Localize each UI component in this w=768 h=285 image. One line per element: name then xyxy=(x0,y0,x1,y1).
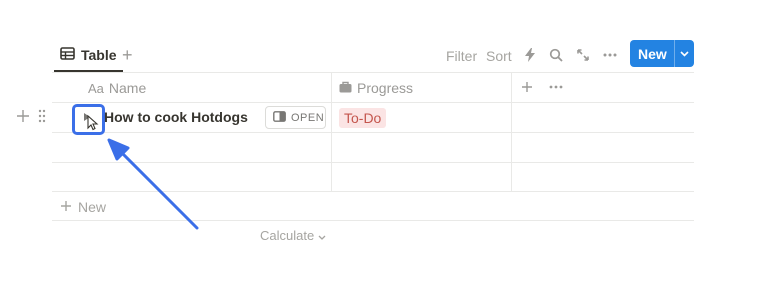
sort-button[interactable]: Sort xyxy=(486,48,512,64)
column-divider xyxy=(331,72,332,191)
chevron-down-icon[interactable] xyxy=(675,50,694,57)
calculate-label: Calculate xyxy=(260,228,315,243)
more-horizontal-icon[interactable] xyxy=(547,78,565,96)
add-property-plus-icon[interactable] xyxy=(518,78,536,96)
status-badge[interactable]: To-Do xyxy=(339,108,387,128)
row-toggle-button[interactable] xyxy=(72,104,105,135)
header-top-border xyxy=(52,72,694,73)
new-row-button[interactable]: New xyxy=(60,199,106,215)
new-button[interactable]: New xyxy=(630,40,694,67)
new-button-label: New xyxy=(638,45,667,62)
row-divider xyxy=(52,132,694,133)
view-tab-label: Table xyxy=(81,47,117,63)
filter-button[interactable]: Filter xyxy=(446,48,477,64)
footer-divider xyxy=(52,220,694,221)
column-header-label: Progress xyxy=(357,80,414,96)
chevron-down-icon xyxy=(318,228,326,243)
lightning-icon[interactable] xyxy=(521,46,539,64)
new-row-label: New xyxy=(78,199,107,215)
plus-icon xyxy=(60,199,72,215)
status-briefcase-icon xyxy=(339,80,352,96)
column-header-progress[interactable]: Progress xyxy=(339,74,413,102)
more-horizontal-icon[interactable] xyxy=(601,46,619,64)
text-property-icon: Aa xyxy=(88,80,104,96)
tab-table-view[interactable]: Table xyxy=(54,40,123,72)
drag-handle-icon[interactable] xyxy=(38,109,46,128)
add-row-plus-icon[interactable] xyxy=(16,109,30,128)
toggle-triangle-icon xyxy=(83,112,98,130)
column-divider xyxy=(511,72,512,191)
row-title[interactable]: How to cook Hotdogs xyxy=(104,109,248,125)
calculate-button[interactable]: Calculate xyxy=(260,228,326,243)
open-button-label: OPEN xyxy=(291,111,325,124)
database-toolbar: Table + Filter Sort New xyxy=(52,40,694,72)
table-icon xyxy=(60,47,75,63)
add-view-plus-icon[interactable]: + xyxy=(122,46,133,64)
expand-icon[interactable] xyxy=(574,46,592,64)
open-page-button[interactable]: OPEN xyxy=(265,106,326,129)
row-divider xyxy=(52,162,694,163)
column-header-name[interactable]: Aa Name xyxy=(88,74,146,102)
header-bottom-border xyxy=(52,102,694,103)
open-in-side-peek-icon xyxy=(273,110,286,125)
search-icon[interactable] xyxy=(547,46,565,64)
column-header-label: Name xyxy=(108,80,147,96)
row-divider xyxy=(52,191,694,192)
